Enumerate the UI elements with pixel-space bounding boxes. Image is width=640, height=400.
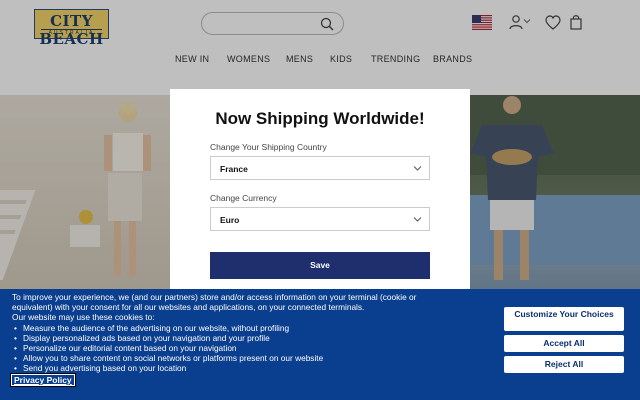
currency-label: Change Currency	[210, 193, 277, 203]
save-button[interactable]: Save	[210, 252, 430, 279]
chevron-down-icon	[413, 166, 422, 171]
currency-select[interactable]: Euro	[210, 207, 430, 231]
reject-all-button[interactable]: Reject All	[504, 356, 624, 373]
cookie-purpose-item: Send you advertising based on your locat…	[12, 363, 482, 373]
cookie-purpose-item: Display personalized ads based on your n…	[12, 333, 482, 343]
cookie-intro-line: To improve your experience, we (and our …	[12, 292, 417, 302]
accept-all-button[interactable]: Accept All	[504, 335, 624, 352]
cookie-intro-line: equivalent) with your consent for all ou…	[12, 302, 365, 313]
customize-choices-button[interactable]: Customize Your Choices	[504, 307, 624, 331]
modal-title: Now Shipping Worldwide!	[215, 109, 425, 128]
cookie-intro-line: Our website may use these cookies to:	[12, 312, 155, 323]
cookie-purpose-item: Personalize our editorial content based …	[12, 343, 482, 353]
country-select[interactable]: France	[210, 156, 430, 180]
cookie-banner: To improve your experience, we (and our …	[0, 289, 640, 400]
cookie-purpose-item: Allow you to share content on social net…	[12, 353, 482, 363]
country-select-value: France	[220, 164, 248, 174]
currency-select-value: Euro	[220, 215, 240, 225]
chevron-down-icon	[413, 217, 422, 222]
cookie-purpose-item: Measure the audience of the advertising …	[12, 323, 482, 333]
country-label: Change Your Shipping Country	[210, 142, 327, 152]
privacy-policy-link[interactable]: Privacy Policy	[10, 373, 76, 387]
shipping-modal: Now Shipping Worldwide! Change Your Ship…	[170, 89, 470, 289]
cookie-description: To improve your experience, we (and our …	[12, 292, 482, 374]
